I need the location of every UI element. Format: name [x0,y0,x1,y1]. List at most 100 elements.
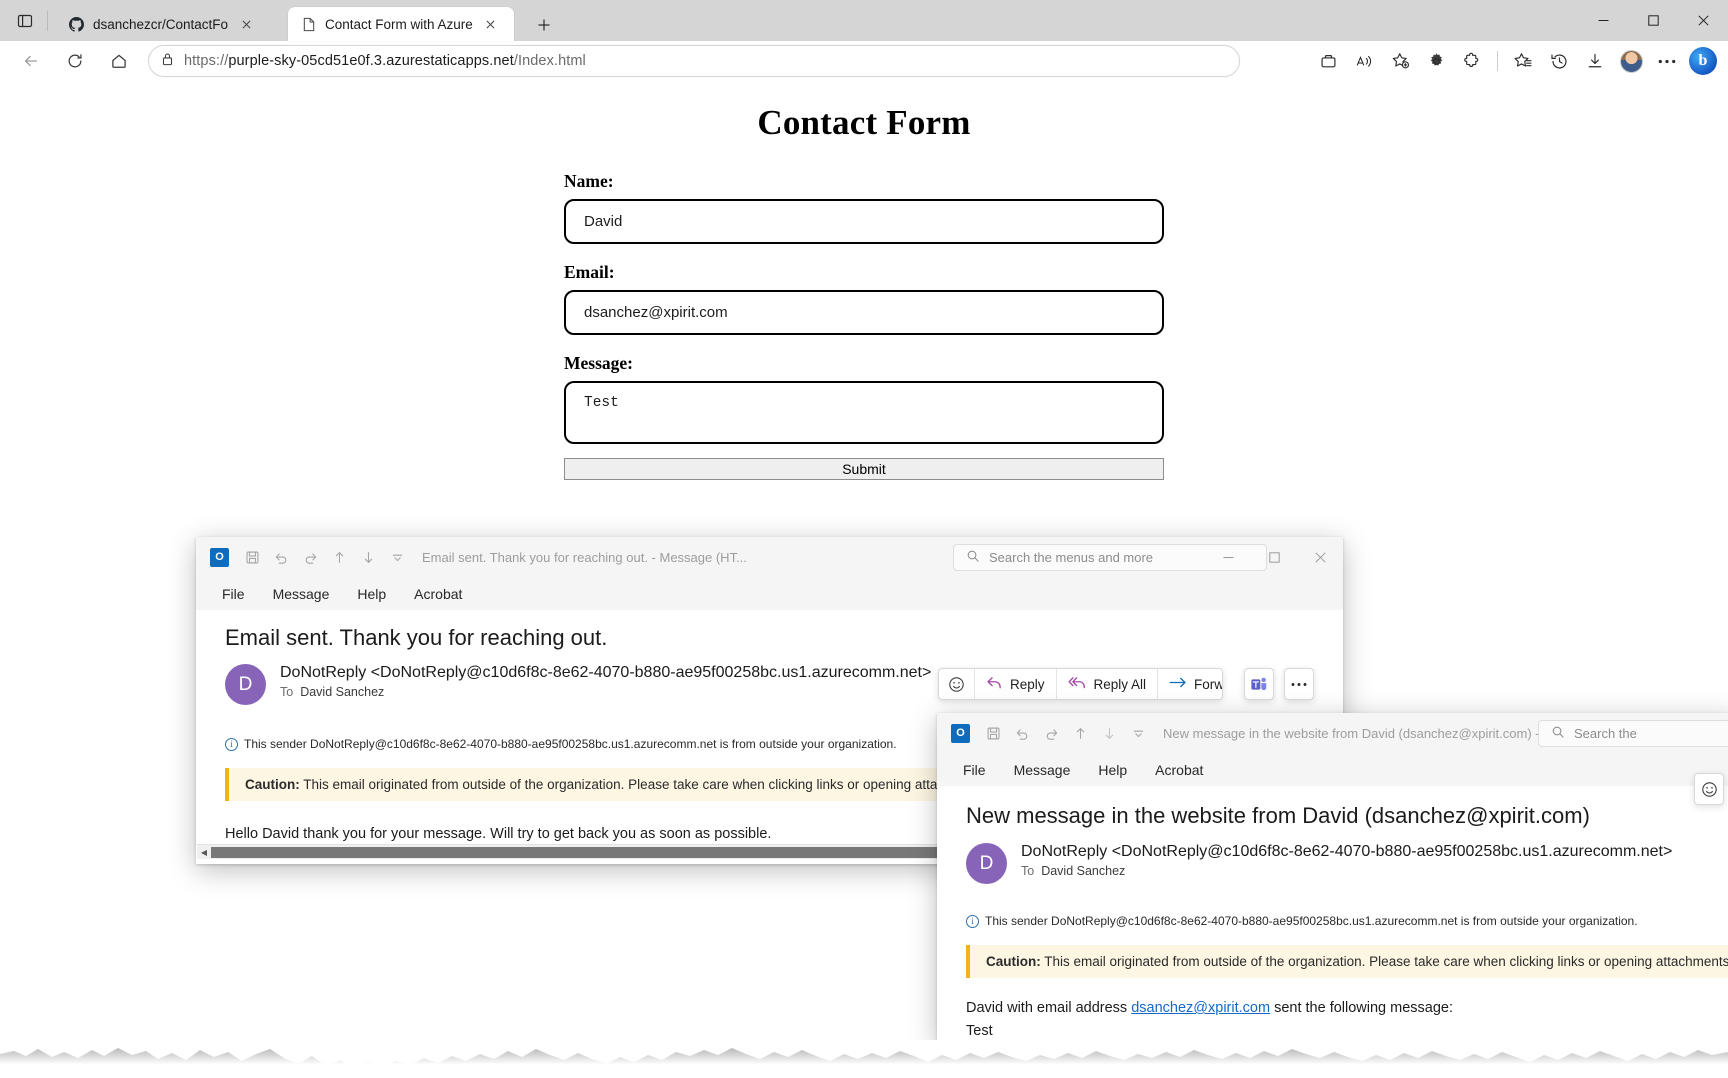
tab-divider [47,11,48,31]
browser-tab-1[interactable]: Contact Form with Azure [288,7,514,41]
address-bar-url: https://purple-sky-05cd51e0f.3.azurestat… [184,53,586,69]
ribbon-tab-help-back[interactable]: Help [343,582,400,606]
favorites-star-icon[interactable] [1506,45,1540,77]
outlook-front-outside-note: i This sender DoNotReply@c10d6f8c-8e62-4… [966,914,1638,928]
lock-icon [161,52,174,71]
caution-text-front: This email originated from outside of th… [1041,954,1728,969]
down-arrow-icon-front[interactable] [1096,720,1122,746]
outlook-front-search-box[interactable]: Search the [1538,720,1728,747]
outlook-logo-icon: O [210,548,229,567]
submit-button-label: Submit [842,461,886,477]
save-icon-front[interactable] [980,720,1006,746]
to-label-back: To [280,685,293,699]
reply-arrow-icon [986,675,1003,693]
tab-close-icon-1[interactable] [481,14,501,34]
ribbon-tab-acrobat-back[interactable]: Acrobat [400,582,476,606]
outlook-front-titlebar[interactable]: O [937,713,1728,753]
reply-toolbar[interactable]: Reply Reply All Forward [938,668,1223,700]
up-arrow-icon[interactable] [326,544,352,570]
browser-tab-title-1: Contact Form with Azure [325,17,473,32]
name-input[interactable]: David [564,199,1164,244]
forward-button[interactable]: Forward [1158,669,1223,699]
browser-toolbar-icons: b [1311,45,1720,77]
split-screen-icon[interactable] [1311,45,1345,77]
submit-button[interactable]: Submit [564,458,1164,480]
ribbon-tab-acrobat-front[interactable]: Acrobat [1141,758,1217,782]
email-input[interactable]: dsanchez@xpirit.com [564,290,1164,335]
outlook-front-body-message: Test [966,1023,993,1039]
outlook-back-minimize-button[interactable] [1205,537,1251,577]
ribbon-tab-help-front[interactable]: Help [1084,758,1141,782]
body-suffix-front: sent the following message: [1270,1000,1453,1016]
info-icon: i [225,738,238,751]
ribbon-tab-message-back[interactable]: Message [259,582,344,606]
profile-avatar[interactable] [1614,45,1648,77]
scroll-left-arrow-icon[interactable]: ◀ [197,848,211,857]
forward-button-label: Forward [1194,677,1223,692]
browser-tab-0[interactable]: dsanchezcr/ContactFormWithAz [56,7,264,41]
emoji-smiley-icon-front[interactable] [1694,773,1724,805]
extensions-puzzle-icon[interactable] [1455,45,1489,77]
ribbon-tab-file-front[interactable]: File [949,758,1000,782]
page-title: Contact Form [0,81,1728,143]
torn-paper-edge [0,1040,1728,1078]
redo-icon-front[interactable] [1038,720,1064,746]
up-arrow-icon-front[interactable] [1067,720,1093,746]
more-options-icon[interactable] [1284,668,1314,700]
to-label-front: To [1021,864,1034,878]
name-input-value: David [584,213,622,230]
customize-qat-icon[interactable] [384,544,410,570]
message-textarea-value: Test [584,395,619,411]
outlook-front-subject: New message in the website from David (d… [966,803,1590,829]
ribbon-tab-file-back[interactable]: File [208,582,259,606]
settings-gear-icon[interactable] [1419,45,1453,77]
outlook-back-close-button[interactable] [1297,537,1343,577]
forward-arrow-icon [1169,676,1187,692]
reply-button-label: Reply [1010,677,1045,692]
read-aloud-icon[interactable] [1347,45,1381,77]
undo-icon-front[interactable] [1009,720,1035,746]
to-value-front: David Sanchez [1041,864,1125,878]
browser-chrome: dsanchezcr/ContactFormWithAz Contact For… [0,0,1728,81]
outlook-back-maximize-button[interactable] [1251,537,1297,577]
teams-icon[interactable] [1244,668,1274,700]
tab-close-icon-0[interactable] [236,14,256,34]
outlook-front-sender: DoNotReply <DoNotReply@c10d6f8c-8e62-407… [1021,843,1672,861]
outlook-back-ribbon: File Message Help Acrobat [196,577,1343,610]
home-button[interactable] [102,45,136,77]
back-button[interactable] [14,45,48,77]
search-icon-front [1551,725,1565,742]
reply-all-button[interactable]: Reply All [1057,669,1159,699]
window-close-button[interactable] [1678,0,1728,41]
window-minimize-button[interactable] [1578,0,1628,41]
toolbar-divider [1497,51,1498,71]
ribbon-tab-message-front[interactable]: Message [1000,758,1085,782]
reply-button[interactable]: Reply [975,669,1057,699]
more-ellipsis-icon[interactable] [1650,45,1684,77]
copilot-icon[interactable]: b [1686,45,1720,77]
outlook-front-ribbon: File Message Help Acrobat [937,753,1728,786]
window-maximize-button[interactable] [1628,0,1678,41]
new-tab-button[interactable] [531,12,556,37]
undo-icon[interactable] [268,544,294,570]
emoji-smiley-icon[interactable] [939,669,975,699]
address-bar[interactable]: https://purple-sky-05cd51e0f.3.azurestat… [148,45,1240,77]
history-clock-icon[interactable] [1542,45,1576,77]
redo-icon[interactable] [297,544,323,570]
down-arrow-icon[interactable] [355,544,381,570]
save-icon[interactable] [239,544,265,570]
outlook-back-subject: Email sent. Thank you for reaching out. [225,625,607,651]
body-email-link[interactable]: dsanchez@xpirit.com [1131,1000,1270,1016]
refresh-button[interactable] [58,45,92,77]
outlook-front-caution-banner: Caution: This email originated from outs… [966,945,1728,978]
outlook-window-front[interactable]: O [937,713,1728,1043]
message-textarea[interactable]: Test [564,381,1164,444]
outlook-back-search-placeholder: Search the menus and more [989,550,1153,565]
add-favorite-icon[interactable] [1383,45,1417,77]
customize-qat-icon-front[interactable] [1125,720,1151,746]
caution-text-back: This email originated from outside of th… [300,777,992,792]
outlook-back-titlebar[interactable]: O [196,537,1343,577]
email-label: Email: [564,262,1164,283]
tab-actions-button[interactable] [10,7,40,35]
downloads-icon[interactable] [1578,45,1612,77]
